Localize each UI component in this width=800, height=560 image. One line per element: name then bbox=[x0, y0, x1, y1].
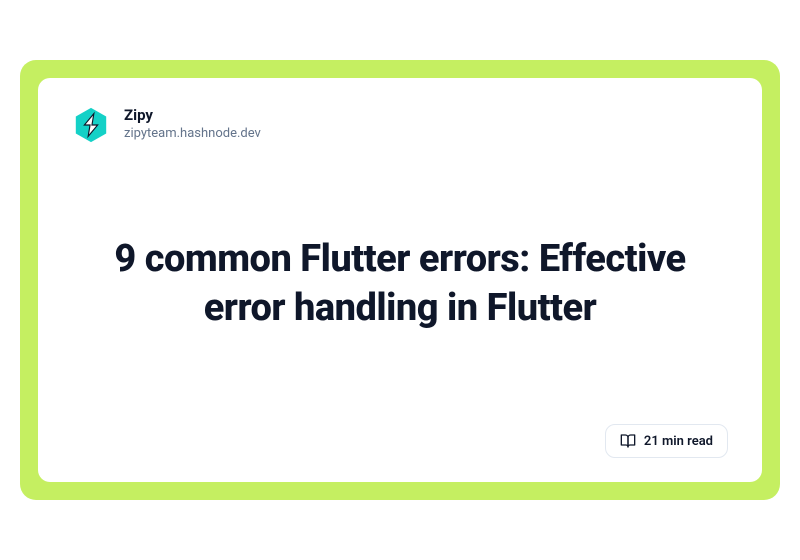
zipy-logo-icon bbox=[72, 106, 110, 144]
outer-frame: Zipy zipyteam.hashnode.dev 9 common Flut… bbox=[20, 60, 780, 500]
author-url: zipyteam.hashnode.dev bbox=[124, 126, 261, 141]
article-title: 9 common Flutter errors: Effective error… bbox=[72, 235, 728, 334]
title-container: 9 common Flutter errors: Effective error… bbox=[72, 144, 728, 424]
author-name: Zipy bbox=[124, 106, 261, 124]
card-header: Zipy zipyteam.hashnode.dev bbox=[72, 106, 728, 144]
read-time-badge: 21 min read bbox=[605, 424, 728, 458]
article-card: Zipy zipyteam.hashnode.dev 9 common Flut… bbox=[38, 78, 762, 482]
card-footer: 21 min read bbox=[72, 424, 728, 458]
read-time-text: 21 min read bbox=[644, 434, 713, 449]
book-icon bbox=[620, 433, 636, 449]
author-info: Zipy zipyteam.hashnode.dev bbox=[124, 106, 261, 141]
